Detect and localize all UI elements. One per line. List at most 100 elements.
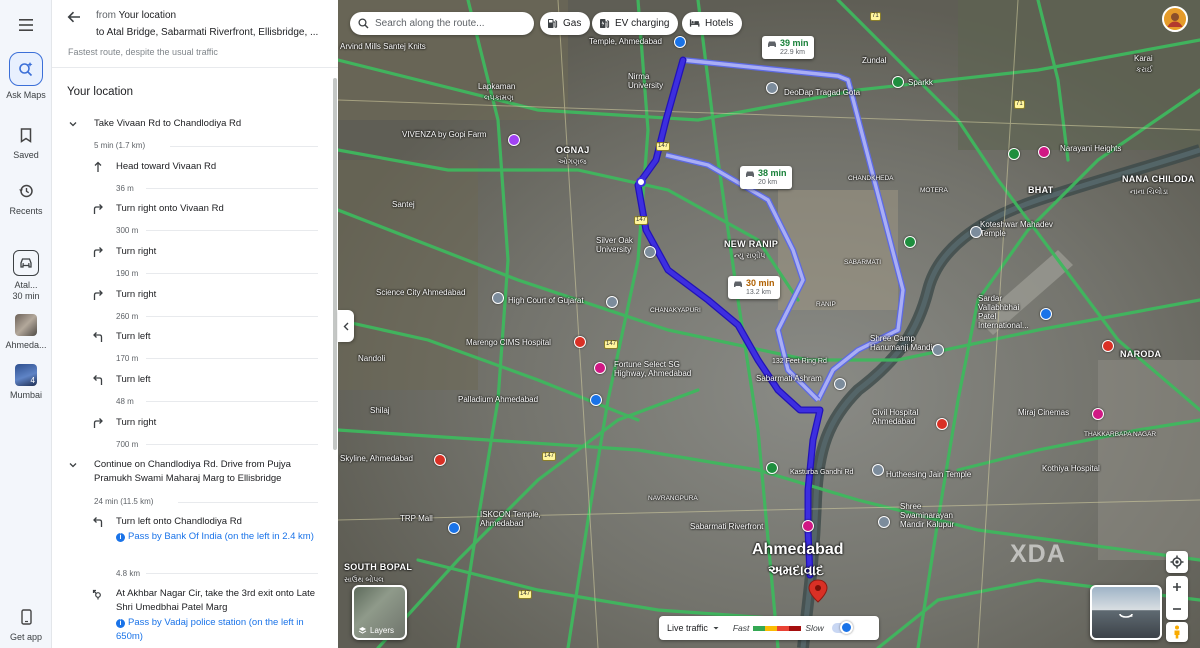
map-label[interactable]: DeoDap Tragad Gota xyxy=(784,88,860,97)
direction-step[interactable]: Turn right xyxy=(92,245,322,259)
zoom-out-button[interactable] xyxy=(1166,598,1188,620)
poi-pin[interactable] xyxy=(434,454,446,466)
live-traffic-toggle[interactable] xyxy=(831,621,853,634)
map-label[interactable]: Kothiya Hospital xyxy=(1042,464,1100,473)
gas-chip[interactable]: Gas xyxy=(540,12,591,35)
route-option-card[interactable]: 39 min 22.9 km xyxy=(762,36,814,59)
step-group-header[interactable]: Continue on Chandlodiya Rd. Drive from P… xyxy=(68,458,308,486)
recent-place-ahmedabad[interactable]: Ahmeda... xyxy=(0,314,52,351)
hotels-chip[interactable]: Hotels xyxy=(682,12,743,35)
map-label[interactable]: કરાઈ xyxy=(1136,65,1153,74)
map-label[interactable]: Fortune Select SG Highway, Ahmedabad xyxy=(614,360,704,378)
route-option-card[interactable]: 38 min 20 km xyxy=(740,166,792,189)
map-label[interactable]: Sparkk xyxy=(908,78,933,87)
recent-place-mumbai[interactable]: 4 Mumbai xyxy=(0,364,52,401)
back-arrow-icon[interactable] xyxy=(66,9,82,25)
route-search-box[interactable] xyxy=(350,12,534,35)
poi-pin[interactable] xyxy=(834,378,846,390)
dropdown-arrow-icon[interactable] xyxy=(711,623,721,633)
map-label[interactable]: BHAT xyxy=(1028,186,1054,195)
map-canvas[interactable]: Temple, Ahmedabad Arvind Mills Santej Kn… xyxy=(338,0,1200,648)
collapse-panel-button[interactable] xyxy=(338,310,354,342)
map-label[interactable]: NAVRANGPURA xyxy=(648,494,698,503)
layers-button[interactable]: Layers xyxy=(352,585,407,640)
map-label[interactable]: Ahmedabad xyxy=(752,542,844,558)
map-label[interactable]: Kasturba Gandhi Rd xyxy=(790,468,853,477)
map-label[interactable]: OGNAJ xyxy=(556,146,590,155)
zoom-in-button[interactable] xyxy=(1166,576,1188,598)
map-label[interactable]: Miraj Cinemas xyxy=(1018,408,1069,417)
poi-pin[interactable] xyxy=(878,516,890,528)
map-label[interactable]: RANIP xyxy=(816,300,836,309)
map-label[interactable]: CHANDKHEDA xyxy=(848,174,894,183)
map-label[interactable]: High Court of Gujarat xyxy=(508,296,584,305)
poi-pin[interactable] xyxy=(970,226,982,238)
map-label[interactable]: MOTERA xyxy=(920,186,948,195)
map-label[interactable]: NARODA xyxy=(1120,350,1161,359)
map-label[interactable]: Santej xyxy=(392,200,415,209)
panel-scrollbar[interactable] xyxy=(333,78,337,450)
poi-pin[interactable] xyxy=(1092,408,1104,420)
direction-step[interactable]: Head toward Vivaan Rd xyxy=(92,160,322,174)
map-label[interactable]: Arvind Mills Santej Knits xyxy=(340,42,426,51)
map-label[interactable]: SABARMATI xyxy=(844,258,881,267)
poi-pin[interactable] xyxy=(508,134,520,146)
map-label[interactable]: લપકામણ xyxy=(484,93,514,102)
map-label[interactable]: Science City Ahmedabad xyxy=(376,288,465,297)
map-label[interactable]: Zundal xyxy=(862,56,886,65)
map-label[interactable]: Nirma University xyxy=(628,72,684,90)
poi-pin[interactable] xyxy=(932,344,944,356)
map-label[interactable]: Karai xyxy=(1134,54,1153,63)
traffic-legend[interactable]: Live traffic Fast Slow xyxy=(659,616,879,640)
map-label[interactable]: SOUTH BOPAL xyxy=(344,563,412,572)
poi-pin[interactable] xyxy=(766,82,778,94)
map-label[interactable]: TRP Mall xyxy=(400,514,433,523)
route-origin[interactable]: from Your location xyxy=(96,10,176,21)
map-label[interactable]: ISKCON Temple, Ahmedabad xyxy=(480,510,560,528)
poi-pin[interactable] xyxy=(594,362,606,374)
direction-step[interactable]: At Akhbar Nagar Cir, take the 3rd exit o… xyxy=(92,587,322,615)
poi-pin[interactable] xyxy=(904,236,916,248)
poi-pin[interactable] xyxy=(1038,146,1050,158)
direction-step[interactable]: Turn left onto Chandlodiya Rd xyxy=(92,515,322,529)
map-label[interactable]: Civil Hospital Ahmedabad xyxy=(872,408,932,426)
route-destination[interactable]: to Atal Bridge, Sabarmati Riverfront, El… xyxy=(96,27,328,38)
user-avatar[interactable] xyxy=(1162,6,1188,32)
ask-maps-button[interactable]: Ask Maps xyxy=(0,52,52,101)
poi-pin[interactable] xyxy=(674,36,686,48)
menu-button[interactable] xyxy=(0,14,52,36)
map-label[interactable]: નાના ચિલોડા xyxy=(1130,187,1168,196)
poi-pin[interactable] xyxy=(1008,148,1020,160)
ev-charging-chip[interactable]: EV charging xyxy=(592,12,679,35)
recents-button[interactable]: Recents xyxy=(0,180,52,217)
get-app-button[interactable]: Get app xyxy=(0,606,52,643)
map-label[interactable]: Marengo CIMS Hospital xyxy=(466,338,551,347)
direction-step[interactable]: Turn left xyxy=(92,330,322,344)
map-label[interactable]: Lapkaman xyxy=(478,82,515,91)
map-label[interactable]: Skyline, Ahmedabad xyxy=(340,454,413,463)
direction-step[interactable]: Turn right onto Vivaan Rd xyxy=(92,202,322,216)
map-label[interactable]: Narayani Heights xyxy=(1060,144,1121,153)
map-label[interactable]: VIVENZA by Gopi Farm xyxy=(402,130,486,139)
map-label[interactable]: Shilaj xyxy=(370,406,390,415)
map-label[interactable]: Hutheesing Jain Temple xyxy=(886,470,971,479)
poi-pin[interactable] xyxy=(892,76,904,88)
street-view-preview[interactable] xyxy=(1090,585,1162,640)
map-label[interactable]: Shree Camp Hanumanji Mandir xyxy=(870,334,940,352)
map-label[interactable]: અમદાવાદ xyxy=(768,563,824,577)
recent-route-atal[interactable]: Atal... 30 min xyxy=(0,250,52,302)
map-label[interactable]: Sabarmati Ashram xyxy=(756,374,822,383)
poi-pin[interactable] xyxy=(1040,308,1052,320)
map-label[interactable]: Palladium Ahmedabad xyxy=(458,395,538,404)
map-label[interactable]: સાઉથ બોપલ xyxy=(344,575,384,584)
map-label[interactable]: NEW RANIP xyxy=(724,240,778,249)
direction-step[interactable]: Turn left xyxy=(92,373,322,387)
poi-pin[interactable] xyxy=(590,394,602,406)
step-group-header[interactable]: Take Vivaan Rd to Chandlodiya Rd xyxy=(68,117,308,131)
route-option-card-selected[interactable]: 30 min 13.2 km xyxy=(728,276,780,299)
map-label[interactable]: Shree Swaminarayan Mandir Kalupur xyxy=(900,502,970,529)
map-label[interactable]: Nandoli xyxy=(358,354,385,363)
map-label[interactable]: NANA CHILODA xyxy=(1122,175,1195,184)
map-label[interactable]: ન્યુ રાણીપ xyxy=(734,251,765,260)
poi-pin[interactable] xyxy=(492,292,504,304)
